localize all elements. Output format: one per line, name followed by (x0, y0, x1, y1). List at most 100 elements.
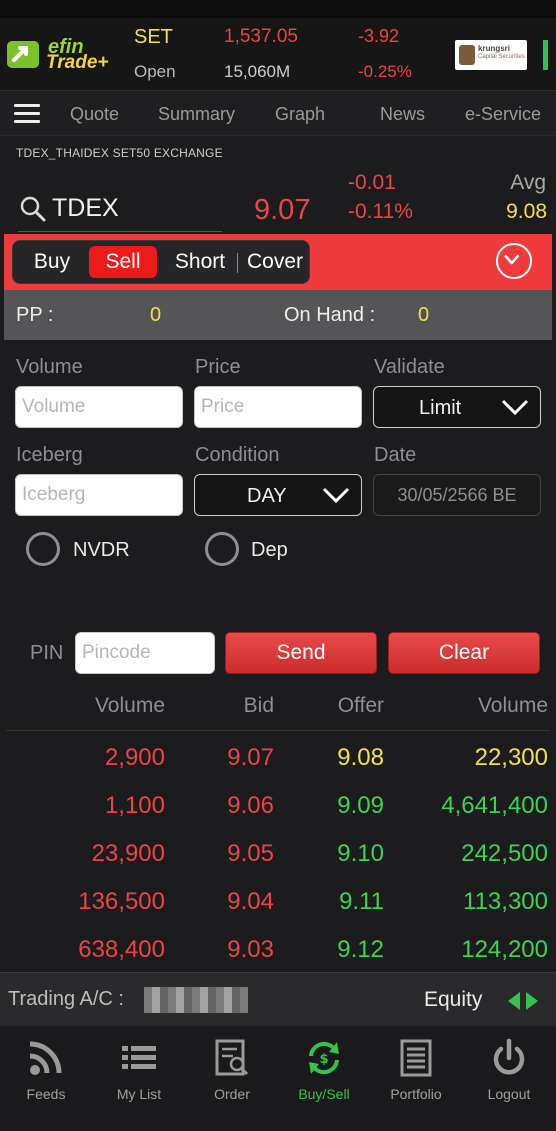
order-book-row[interactable]: 23,900 9.05 9.10 242,500 (0, 830, 556, 878)
market-volume: 15,060M (224, 62, 291, 81)
date-label: Date (374, 444, 417, 466)
order-doc-icon (215, 1039, 249, 1076)
chevron-down-icon (322, 487, 350, 504)
order-book-row[interactable]: 2,900 9.07 9.08 22,300 (0, 734, 556, 782)
validate-label: Validate (374, 356, 445, 378)
tab-order[interactable]: Order (186, 1026, 278, 1131)
tab-portfolio[interactable]: Portfolio (370, 1026, 462, 1131)
order-side-segmented: Buy Sell Short Cover (12, 240, 310, 284)
efin-logo-icon (7, 41, 39, 68)
switch-arrows-icon[interactable] (506, 990, 540, 1012)
offer-price-cell: 9.11 (339, 888, 384, 915)
offer-price-cell: 9.08 (337, 744, 384, 771)
app-logo: efin Trade+ (6, 36, 126, 73)
price-percent-change: -0.11% (348, 200, 413, 223)
offer-volume-cell: 22,300 (474, 744, 548, 771)
power-icon (493, 1038, 525, 1075)
tab-graph[interactable]: Graph (275, 104, 325, 125)
tab-quote[interactable]: Quote (70, 104, 119, 125)
avg-label: Avg (510, 171, 546, 194)
account-number-masked (144, 987, 248, 1013)
cover-tab[interactable]: Cover (241, 241, 309, 283)
tab-logout[interactable]: Logout (463, 1026, 555, 1131)
offer-volume-cell: 124,200 (461, 936, 548, 963)
session-label: Open (134, 62, 176, 81)
portfolio-icon (400, 1039, 432, 1077)
pin-input[interactable] (75, 632, 215, 674)
pp-value: 0 (150, 304, 162, 326)
bid-header: Bid (243, 694, 274, 717)
tab-e-service[interactable]: e-Service (465, 104, 541, 125)
send-button[interactable]: Send (225, 632, 377, 674)
tab-my-list[interactable]: My List (93, 1026, 185, 1131)
symbol-input[interactable]: TDEX (52, 194, 119, 223)
tab-buy-sell[interactable]: $ Buy/Sell (278, 1026, 370, 1131)
market-header: efin Trade+ SET Open 1,537.05 15,060M -3… (0, 18, 556, 90)
tab-logout-label: Logout (487, 1086, 531, 1102)
broker-crest-icon (459, 45, 475, 65)
connection-indicator (543, 40, 548, 70)
book-divider (6, 730, 550, 731)
account-label: Trading A/C : (8, 988, 124, 1010)
tab-my-list-label: My List (116, 1086, 162, 1102)
tab-order-label: Order (214, 1086, 250, 1102)
order-book-row[interactable]: 638,400 9.03 9.12 124,200 (0, 926, 556, 974)
offer-volume-cell: 113,300 (463, 888, 548, 915)
list-icon (122, 1046, 156, 1069)
symbol-search[interactable]: TDEX (18, 190, 222, 232)
status-bar (0, 0, 556, 18)
date-field[interactable]: 30/05/2566 BE (373, 474, 541, 516)
tab-news[interactable]: News (380, 104, 425, 125)
avg-value: 9.08 (506, 200, 547, 223)
buy-sell-icon: $ (309, 1041, 339, 1075)
offer-price-cell: 9.12 (337, 936, 384, 963)
tab-buy-sell-label: Buy/Sell (298, 1086, 350, 1102)
condition-select[interactable]: DAY (194, 474, 362, 516)
order-book-row[interactable]: 1,100 9.06 9.09 4,641,400 (0, 782, 556, 830)
bottom-tab-bar: Feeds My List Order $ Buy/Sell Portfolio… (0, 1026, 556, 1131)
pp-label: PP : (16, 304, 54, 326)
buy-tab[interactable]: Buy (17, 241, 87, 283)
offer-volume-header: Volume (477, 694, 548, 717)
broker-logo: krungsri Capital Securities (455, 40, 527, 70)
index-percent-change: -0.25% (358, 62, 412, 81)
sell-tab[interactable]: Sell (89, 246, 157, 278)
volume-input[interactable] (15, 386, 183, 428)
price-change: -0.01 (348, 171, 396, 194)
account-type: Equity (424, 988, 483, 1011)
onhand-label: On Hand : (284, 304, 376, 326)
price-input[interactable] (194, 386, 362, 428)
price-label: Price (195, 356, 241, 378)
condition-label: Condition (195, 444, 280, 466)
offer-header: Offer (337, 694, 384, 717)
pin-label: PIN (30, 642, 64, 664)
iceberg-label: Iceberg (16, 444, 83, 466)
offer-volume-cell: 4,641,400 (441, 792, 548, 819)
bid-volume-cell: 1,100 (104, 792, 165, 819)
validate-select[interactable]: Limit (373, 386, 541, 428)
index-change: -3.92 (358, 26, 400, 46)
purchasing-power-bar: PP : 0 On Hand : 0 (4, 290, 552, 340)
volume-label: Volume (16, 356, 83, 378)
tab-feeds-label: Feeds (26, 1086, 66, 1102)
search-icon (20, 196, 46, 222)
iceberg-input[interactable] (15, 474, 183, 516)
chevron-down-icon[interactable] (496, 243, 532, 279)
brand-trade: Trade+ (46, 52, 109, 73)
offer-price-cell: 9.10 (337, 840, 384, 867)
bid-price-cell: 9.04 (227, 888, 274, 915)
rss-icon (29, 1041, 62, 1075)
tab-summary[interactable]: Summary (158, 104, 235, 125)
clear-button[interactable]: Clear (388, 632, 540, 674)
bid-volume-header: Volume (94, 694, 165, 717)
menu-icon[interactable] (14, 104, 40, 124)
tab-portfolio-label: Portfolio (390, 1086, 442, 1102)
order-book-row[interactable]: 136,500 9.04 9.11 113,300 (0, 878, 556, 926)
account-bar[interactable]: Trading A/C : Equity (0, 972, 556, 1026)
dep-radio[interactable] (205, 532, 239, 566)
svg-text:$: $ (319, 1052, 328, 1067)
nvdr-radio[interactable] (26, 532, 60, 566)
short-tab[interactable]: Short (165, 241, 235, 283)
tab-feeds[interactable]: Feeds (0, 1026, 92, 1131)
bid-volume-cell: 638,400 (78, 936, 165, 963)
